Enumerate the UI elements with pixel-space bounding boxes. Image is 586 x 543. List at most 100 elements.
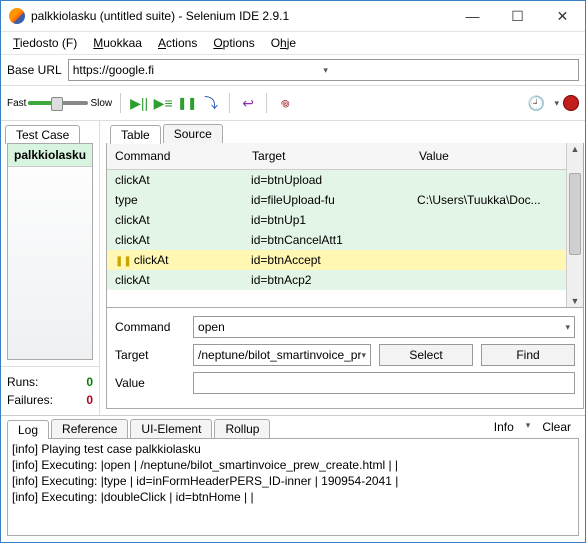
menubar: Tiedosto (F) Muokkaa Actions Options Ohj… xyxy=(1,32,585,55)
tab-test-case[interactable]: Test Case xyxy=(5,125,80,144)
cell-command: clickAt xyxy=(115,273,150,287)
col-header-target[interactable]: Target xyxy=(244,143,411,169)
failures-value: 0 xyxy=(86,393,93,407)
base-url-input[interactable]: https://google.fi ▾ xyxy=(68,59,579,81)
chevron-down-icon[interactable]: ▾ xyxy=(522,418,535,436)
clear-log-button[interactable]: Clear xyxy=(538,418,575,436)
target-field-label: Target xyxy=(115,348,185,362)
log-box[interactable]: [info] Playing test case palkkiolasku[in… xyxy=(7,438,579,536)
base-url-label: Base URL xyxy=(7,63,62,77)
speed-slow-label: Slow xyxy=(90,98,112,109)
firefox-icon xyxy=(9,8,25,24)
select-button[interactable]: Select xyxy=(379,344,473,366)
maximize-button[interactable]: ☐ xyxy=(495,1,540,31)
cell-value xyxy=(409,270,566,290)
menu-actions[interactable]: Actions xyxy=(150,34,205,52)
bottom-tabbar: Log Reference UI-Element Rollup Info▾ Cl… xyxy=(7,416,579,438)
col-header-command[interactable]: Command xyxy=(107,143,244,169)
stats-panel: Runs: 0 Failures: 0 xyxy=(1,366,99,415)
chevron-down-icon[interactable]: ▾ xyxy=(565,322,570,333)
cell-target: id=btnCancelAtt1 xyxy=(243,230,409,250)
chevron-down-icon[interactable]: ▾ xyxy=(361,350,366,361)
table-row[interactable]: clickAt id=btnAcp2 xyxy=(107,270,566,290)
slider-handle[interactable] xyxy=(51,97,63,111)
cell-command: clickAt xyxy=(115,233,150,247)
chevron-down-icon[interactable]: ▾ xyxy=(554,98,559,109)
play-all-button[interactable]: ▶|| xyxy=(129,93,149,113)
base-url-value: https://google.fi xyxy=(73,63,324,77)
table-row[interactable]: type id=fileUpload-fuC:\Users\Tuukka\Doc.… xyxy=(107,190,566,210)
log-line: [info] Playing test case palkkiolasku xyxy=(12,441,574,457)
grid-body[interactable]: clickAt id=btnUpload type id=fileUpload-fuC… xyxy=(107,170,566,307)
menu-options[interactable]: Options xyxy=(205,34,262,52)
log-line: [info] Executing: |type | id=inFormHeade… xyxy=(12,473,574,489)
record-button[interactable] xyxy=(563,95,579,111)
speed-slider[interactable]: Fast Slow xyxy=(7,98,112,109)
base-url-row: Base URL https://google.fi ▾ xyxy=(1,55,585,85)
scroll-thumb[interactable] xyxy=(569,173,581,255)
tab-ui-element[interactable]: UI-Element xyxy=(130,419,212,438)
runs-label: Runs: xyxy=(7,375,38,389)
slider-track[interactable] xyxy=(28,101,88,105)
menu-ohje[interactable]: Ohje xyxy=(263,34,304,52)
cell-value xyxy=(409,250,566,270)
cell-value xyxy=(409,170,566,190)
speed-fast-label: Fast xyxy=(7,98,26,109)
cell-target: id=fileUpload-fu xyxy=(243,190,409,210)
cell-target: id=btnUpload xyxy=(243,170,409,190)
table-row[interactable]: clickAtid=btnUp1 xyxy=(107,210,566,230)
cell-command: clickAt xyxy=(115,173,150,187)
failures-label: Failures: xyxy=(7,393,53,407)
cell-target: id=btnAcp2 xyxy=(243,270,409,290)
rollup-button[interactable]: ↩ xyxy=(238,93,258,113)
schedule-button[interactable]: 🕘 xyxy=(526,93,546,113)
menu-tiedosto[interactable]: Tiedosto (F) xyxy=(5,34,85,52)
titlebar: palkkiolasku (untitled suite) - Selenium… xyxy=(1,1,585,32)
minimize-button[interactable]: — xyxy=(450,1,495,31)
menu-muokkaa[interactable]: Muokkaa xyxy=(85,34,150,52)
target-field-value: /neptune/bilot_smartinvoice_pr xyxy=(198,348,361,362)
tab-log[interactable]: Log xyxy=(7,420,49,439)
log-line: [info] Executing: |doubleClick | id=btnH… xyxy=(12,489,574,505)
step-button[interactable]: ⤵ xyxy=(201,93,221,113)
table-row[interactable]: ❚❚clickAtid=btnAccept xyxy=(107,250,566,270)
cell-value xyxy=(409,210,566,230)
testcase-tabbar: Test Case xyxy=(1,121,99,143)
cell-command: clickAt xyxy=(115,213,150,227)
play-current-button[interactable]: ▶≡ xyxy=(153,93,173,113)
table-row[interactable]: clickAt id=btnCancelAtt1 xyxy=(107,230,566,250)
cell-command: type xyxy=(115,193,138,207)
addon-button[interactable]: 𖦹 xyxy=(275,93,295,113)
table-row[interactable]: clickAt id=btnUpload xyxy=(107,170,566,190)
cell-command: clickAt xyxy=(134,253,169,267)
command-field-value: open xyxy=(198,320,225,334)
value-field-label: Value xyxy=(115,376,185,390)
tab-source[interactable]: Source xyxy=(163,124,223,143)
col-header-value[interactable]: Value xyxy=(411,143,566,169)
command-field[interactable]: open ▾ xyxy=(193,316,575,338)
find-button[interactable]: Find xyxy=(481,344,575,366)
scroll-down-icon[interactable]: ▼ xyxy=(567,296,583,306)
detail-form: Command open ▾ Target /neptune/bilot_sma… xyxy=(106,308,584,409)
grid-tabbar: Table Source xyxy=(106,121,584,143)
target-field[interactable]: /neptune/bilot_smartinvoice_pr ▾ xyxy=(193,344,371,366)
window-title: palkkiolasku (untitled suite) - Selenium… xyxy=(31,9,450,23)
grid-scrollbar[interactable]: ▲ ▼ xyxy=(566,143,583,307)
close-button[interactable]: ✕ xyxy=(540,1,585,31)
runs-value: 0 xyxy=(86,375,93,389)
tab-table[interactable]: Table xyxy=(110,125,161,144)
testcase-list[interactable]: palkkiolasku xyxy=(7,143,93,360)
toolbar: Fast Slow ▶|| ▶≡ ❚❚ ⤵ ↩ 𖦹 🕘 ▾ xyxy=(1,85,585,121)
tab-reference[interactable]: Reference xyxy=(51,419,128,438)
pause-button[interactable]: ❚❚ xyxy=(177,93,197,113)
cell-value: C:\Users\Tuukka\Doc... xyxy=(409,190,566,210)
scroll-up-icon[interactable]: ▲ xyxy=(567,144,583,154)
testcase-row[interactable]: palkkiolasku xyxy=(8,144,92,167)
value-field[interactable] xyxy=(193,372,575,394)
chevron-down-icon[interactable]: ▾ xyxy=(323,65,574,76)
command-field-label: Command xyxy=(115,320,185,334)
breakpoint-icon: ❚❚ xyxy=(115,256,132,267)
log-level-button[interactable]: Info xyxy=(490,418,518,436)
tab-rollup[interactable]: Rollup xyxy=(214,419,270,438)
log-line: [info] Executing: |open | /neptune/bilot… xyxy=(12,457,574,473)
